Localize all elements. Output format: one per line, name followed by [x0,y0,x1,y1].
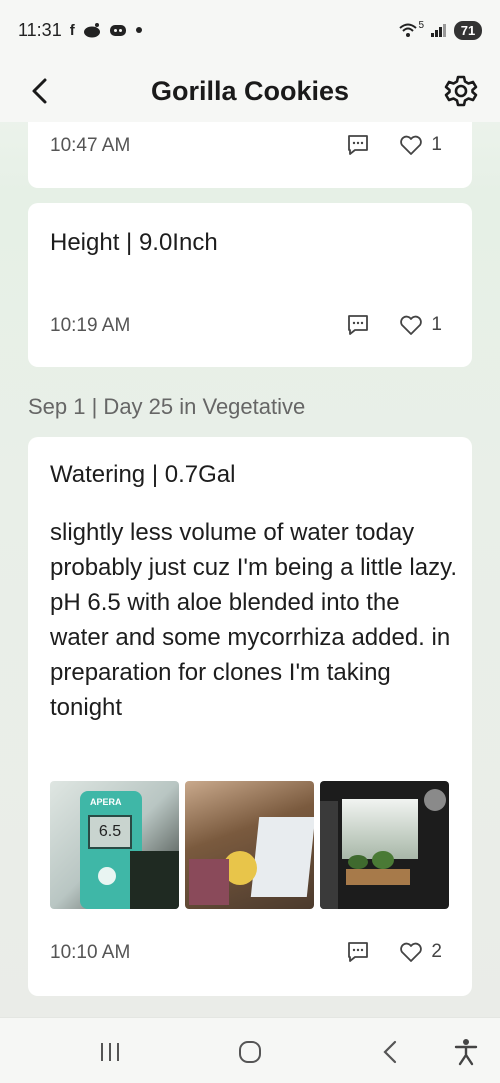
system-nav-bar [0,1017,500,1083]
nav-back-button[interactable] [374,1036,406,1068]
recents-icon [101,1043,119,1061]
signal-icon [431,24,446,37]
like-count: 1 [431,134,442,155]
status-bar: 11:31 f 5 71 [0,0,500,60]
photo-thumbnail[interactable] [320,781,449,909]
back-icon [383,1040,397,1064]
chevron-left-icon [32,78,47,104]
like-button[interactable]: 1 [399,134,442,156]
settings-button[interactable] [442,72,480,110]
page-title: Gorilla Cookies [150,75,350,106]
like-button[interactable]: 2 [399,941,442,963]
status-time: 11:31 [18,19,62,40]
like-count: 2 [431,941,442,962]
day-section-header: Sep 1 | Day 25 in Vegetative [28,394,306,419]
home-icon [239,1041,261,1063]
reddit-icon [83,23,100,38]
like-button[interactable]: 1 [399,314,442,336]
comment-icon[interactable] [347,941,369,963]
photo-thumbnail[interactable] [185,781,314,909]
entry-card[interactable]: Watering | 0.7Gal slightly less volume o… [28,437,472,996]
entry-title: Watering | 0.7Gal [50,461,236,488]
heart-icon [400,942,423,962]
comment-icon[interactable] [347,134,369,156]
gear-icon [444,75,478,107]
meter-brand: APERA [90,797,122,807]
app-header: Gorilla Cookies [0,60,500,122]
like-count: 1 [431,314,442,335]
battery-indicator: 71 [454,20,482,40]
entry-time: 10:10 AM [50,942,131,963]
accessibility-icon [454,1039,478,1066]
wifi-icon [399,23,418,37]
entry-card[interactable]: 10:47 AM 1 [28,122,472,188]
photo-strip: APERA 6.5 [50,781,449,909]
heart-icon [400,135,423,155]
meter-display: 6.5 [88,815,132,849]
wifi-label: 5 [418,19,424,31]
recents-button[interactable] [94,1036,126,1068]
entry-time: 10:19 AM [50,315,131,336]
back-button[interactable] [22,74,56,108]
facebook-icon: f [69,21,75,39]
entry-time: 10:47 AM [50,135,131,156]
accessibility-button[interactable] [450,1036,482,1068]
entry-card[interactable]: Height | 9.0Inch 10:19 AM 1 [28,203,472,367]
entry-body: slightly less volume of water today prob… [50,519,457,721]
home-button[interactable] [234,1036,266,1068]
dot-icon [135,27,142,33]
entry-title: Height | 9.0Inch [50,229,218,256]
discord-icon [109,25,126,36]
comment-icon[interactable] [347,314,369,336]
heart-icon [400,315,423,335]
photo-thumbnail[interactable]: APERA 6.5 [50,781,179,909]
